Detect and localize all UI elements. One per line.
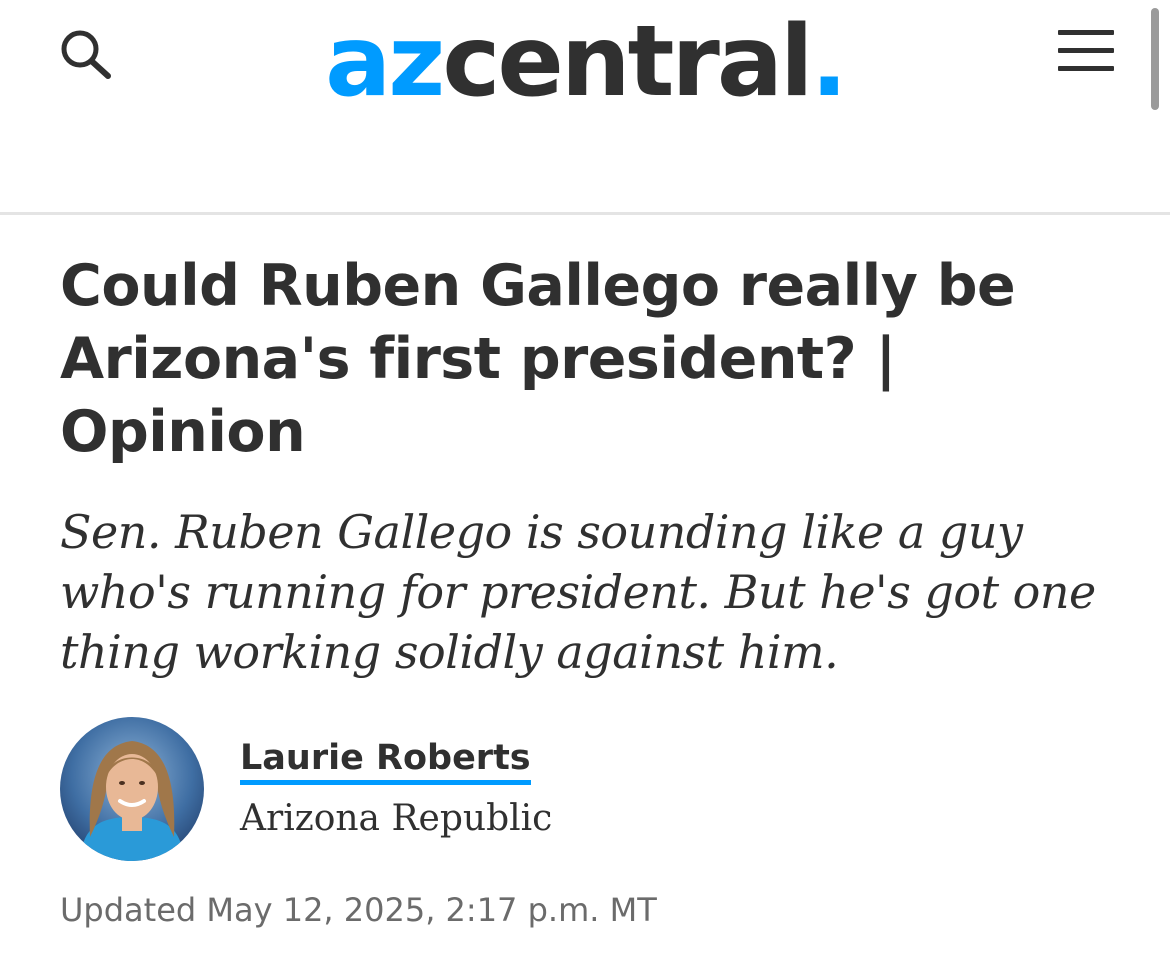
hamburger-menu-icon[interactable] bbox=[1058, 30, 1114, 76]
logo-central: central bbox=[442, 5, 813, 119]
article-page: azcentral. Could Ruben Gallego really be… bbox=[0, 0, 1170, 961]
site-header: azcentral. bbox=[0, 0, 1170, 215]
logo-az: az bbox=[325, 5, 445, 119]
scrollbar-thumb[interactable] bbox=[1151, 8, 1159, 110]
menu-line bbox=[1058, 48, 1114, 53]
logo-dot: . bbox=[810, 5, 848, 119]
menu-line bbox=[1058, 66, 1114, 71]
author-publication: Arizona Republic bbox=[240, 798, 553, 839]
menu-line bbox=[1058, 30, 1114, 35]
article-dek: Sen. Ruben Gallego is sounding like a gu… bbox=[60, 505, 1096, 679]
article-headline: Could Ruben Gallego really be Arizona's … bbox=[60, 253, 1016, 465]
article-timestamp: Updated May 12, 2025, 2:17 p.m. MT bbox=[60, 891, 657, 929]
author-photo bbox=[60, 717, 204, 861]
author-name-link[interactable]: Laurie Roberts bbox=[240, 736, 531, 785]
author-avatar[interactable] bbox=[60, 717, 204, 861]
site-logo[interactable]: azcentral. bbox=[0, 4, 1170, 122]
